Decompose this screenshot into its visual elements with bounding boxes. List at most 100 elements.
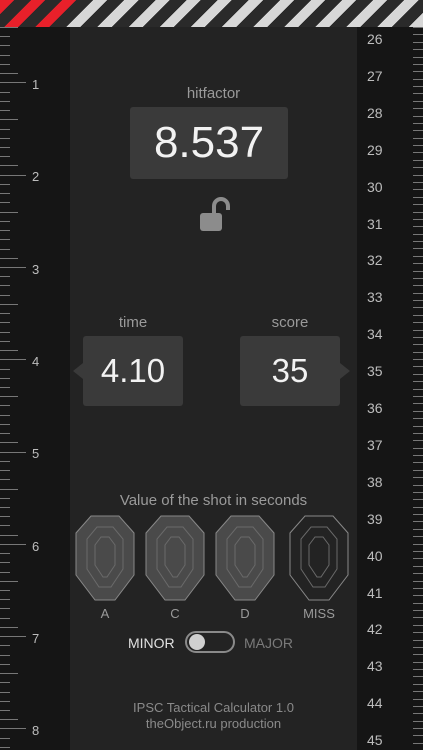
ruler-tick [413,233,423,235]
ruler-tick [413,329,423,331]
ruler-tick [413,270,423,272]
left-ruler: 1 2 3 4 5 6 7 8 [0,27,70,750]
hitfactor-label: hitfactor [186,85,241,102]
ruler-tick [413,115,423,117]
ruler-right-number: 34 [367,326,383,343]
ruler-tick [0,433,10,435]
ruler-tick [413,491,423,493]
ruler-tick [413,418,423,420]
ruler-right-number: 38 [367,473,383,490]
ruler-tick [413,189,423,191]
ruler-tick [413,93,423,95]
ruler-tick [0,497,10,499]
time-arrow-left-icon [73,363,83,379]
ruler-tick [413,211,423,213]
ruler-tick [413,351,423,353]
ruler-right-number: 45 [367,732,383,749]
ruler-tick [0,202,10,204]
time-input[interactable]: 4.10 [83,336,183,406]
score-input[interactable]: 35 [240,336,340,406]
ruler-tick [413,735,423,737]
ruler-tick [413,514,423,516]
ruler-tick [413,506,423,508]
ruler-tick [413,742,423,744]
ruler-tick [0,91,10,93]
ruler-right-number: 42 [367,621,383,638]
ruler-tick [0,682,10,684]
ruler-tick [0,543,26,545]
ruler-tick [0,654,10,656]
ruler-tick [413,100,423,102]
ruler-tick [413,322,423,324]
ruler-tick [413,359,423,361]
ruler-tick [413,300,423,302]
ruler-tick [0,608,10,610]
ruler-tick [413,34,423,36]
target-a-button[interactable] [75,515,135,601]
ruler-tick [0,506,10,508]
footer-credit: theObject.ru production [145,716,282,731]
ruler-tick [413,543,423,545]
ruler-tick [413,292,423,294]
target-miss-button[interactable] [289,515,349,601]
ruler-tick [413,624,423,626]
target-d-button[interactable] [215,515,275,601]
ruler-tick [413,462,423,464]
unlock-icon[interactable] [198,197,232,233]
ruler-tick [413,218,423,220]
ruler-tick [413,86,423,88]
ruler-tick [413,573,423,575]
ruler-tick [413,366,423,368]
ruler-tick [413,108,423,110]
hazard-stripe [0,0,423,27]
ruler-tick [0,128,10,130]
ruler-right-number: 43 [367,658,383,675]
footer-app-name: IPSC Tactical Calculator 1.0 [133,700,294,715]
ruler-tick [0,359,26,361]
ruler-tick [413,241,423,243]
ruler-tick [413,602,423,604]
ruler-tick [413,610,423,612]
ruler-tick [0,220,10,222]
ruler-tick [0,599,10,601]
ruler-tick [413,41,423,43]
ruler-tick [0,700,10,702]
ruler-tick [0,617,10,619]
ruler-right-number: 31 [367,215,383,232]
ruler-tick [413,49,423,51]
ruler-tick [413,698,423,700]
ruler-tick [413,536,423,538]
ruler-tick [0,211,18,213]
minor-major-toggle[interactable] [185,631,235,653]
ruler-tick [413,469,423,471]
ruler-tick [0,45,10,47]
ruler-tick [413,432,423,434]
ruler-tick [413,130,423,132]
ruler-right-number: 39 [367,510,383,527]
ruler-tick [413,167,423,169]
ruler-tick [413,580,423,582]
ruler-tick [0,331,10,333]
ruler-tick [413,632,423,634]
ruler-tick [413,484,423,486]
ruler-tick [0,737,10,739]
ruler-tick [413,196,423,198]
ruler-tick [0,396,18,398]
target-c-button[interactable] [145,515,205,601]
ruler-tick [0,636,26,638]
hitfactor-display: 8.537 [130,107,288,179]
ruler-tick [0,719,18,721]
ruler-tick [0,294,10,296]
ruler-tick [413,381,423,383]
target-d-label: D [240,606,250,621]
ruler-tick [0,470,10,472]
hazard-stripe-red [0,0,80,27]
ruler-tick [413,691,423,693]
ruler-tick [413,181,423,183]
ruler-right-number: 40 [367,547,383,564]
ruler-tick [413,255,423,257]
ruler-tick [413,336,423,338]
ruler-tick [413,499,423,501]
ruler-tick [413,705,423,707]
ruler-tick [413,396,423,397]
